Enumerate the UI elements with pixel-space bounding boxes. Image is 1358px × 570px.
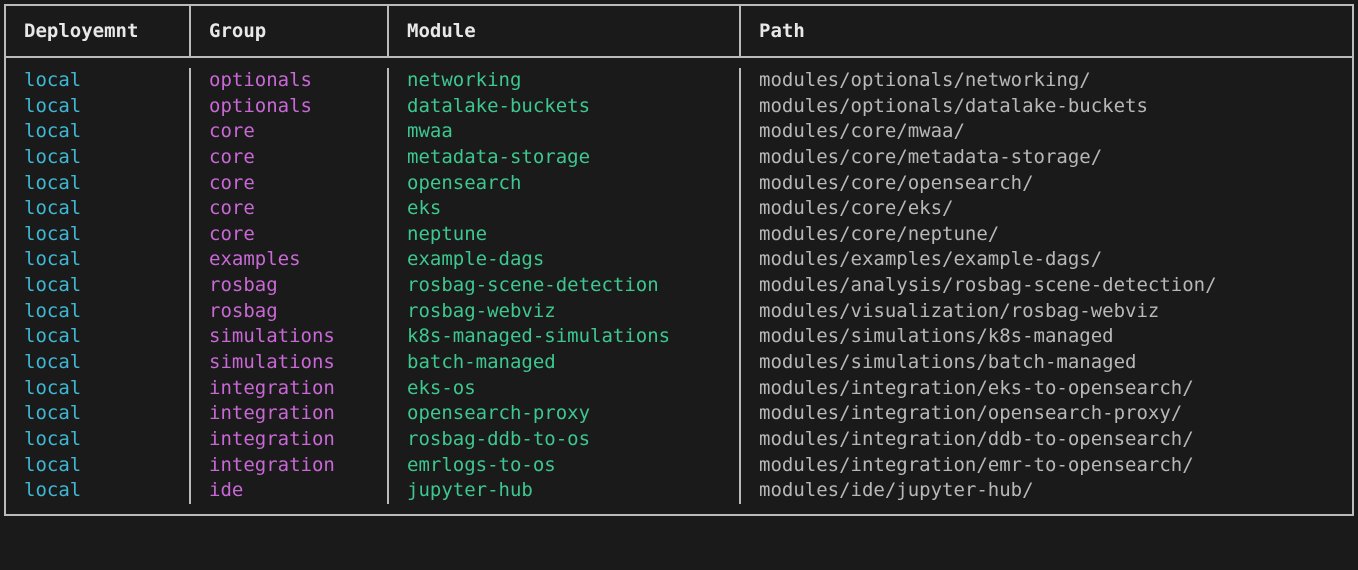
table-row: localintegrationeks-osmodules/integratio… [6, 376, 1352, 402]
cell-deployment: local [6, 299, 191, 325]
cell-group: examples [191, 247, 389, 273]
cell-path: modules/core/opensearch/ [741, 171, 1352, 197]
cell-path: modules/examples/example-dags/ [741, 247, 1352, 273]
cell-path: modules/integration/opensearch-proxy/ [741, 401, 1352, 427]
cell-path: modules/integration/emr-to-opensearch/ [741, 453, 1352, 479]
cell-module: neptune [389, 222, 741, 248]
table-row: localexamplesexample-dagsmodules/example… [6, 247, 1352, 273]
cell-deployment: local [6, 94, 191, 120]
cell-module: networking [389, 68, 741, 94]
cell-group: integration [191, 427, 389, 453]
header-module: Module [389, 6, 741, 56]
table-row: localcoreeksmodules/core/eks/ [6, 196, 1352, 222]
cell-group: ide [191, 478, 389, 504]
cell-path: modules/core/mwaa/ [741, 119, 1352, 145]
cell-deployment: local [6, 222, 191, 248]
cell-path: modules/integration/eks-to-opensearch/ [741, 376, 1352, 402]
table-row: localcoremwaamodules/core/mwaa/ [6, 119, 1352, 145]
cell-path: modules/analysis/rosbag-scene-detection/ [741, 273, 1352, 299]
modules-table: Deployemnt Group Module Path localoption… [4, 4, 1354, 516]
cell-deployment: local [6, 453, 191, 479]
header-deployment: Deployemnt [6, 6, 191, 56]
cell-module: k8s-managed-simulations [389, 324, 741, 350]
table-row: localcoreopensearchmodules/core/opensear… [6, 171, 1352, 197]
cell-deployment: local [6, 196, 191, 222]
cell-path: modules/integration/ddb-to-opensearch/ [741, 427, 1352, 453]
cell-group: rosbag [191, 273, 389, 299]
table-row: localrosbagrosbag-webvizmodules/visualiz… [6, 299, 1352, 325]
table-row: localcoremetadata-storagemodules/core/me… [6, 145, 1352, 171]
cell-path: modules/optionals/networking/ [741, 68, 1352, 94]
cell-module: rosbag-scene-detection [389, 273, 741, 299]
cell-group: simulations [191, 350, 389, 376]
cell-group: optionals [191, 68, 389, 94]
cell-deployment: local [6, 324, 191, 350]
cell-deployment: local [6, 145, 191, 171]
table-row: localidejupyter-hubmodules/ide/jupyter-h… [6, 478, 1352, 504]
table-row: localsimulationsbatch-managedmodules/sim… [6, 350, 1352, 376]
cell-group: core [191, 196, 389, 222]
cell-path: modules/core/eks/ [741, 196, 1352, 222]
cell-path: modules/simulations/batch-managed [741, 350, 1352, 376]
cell-group: integration [191, 376, 389, 402]
cell-module: eks-os [389, 376, 741, 402]
cell-deployment: local [6, 247, 191, 273]
table-row: localintegrationopensearch-proxymodules/… [6, 401, 1352, 427]
cell-deployment: local [6, 171, 191, 197]
table-body: localoptionalsnetworkingmodules/optional… [6, 58, 1352, 514]
cell-path: modules/visualization/rosbag-webviz [741, 299, 1352, 325]
cell-path: modules/ide/jupyter-hub/ [741, 478, 1352, 504]
table-row: localintegrationrosbag-ddb-to-osmodules/… [6, 427, 1352, 453]
cell-module: datalake-buckets [389, 94, 741, 120]
cell-group: rosbag [191, 299, 389, 325]
cell-deployment: local [6, 401, 191, 427]
cell-module: jupyter-hub [389, 478, 741, 504]
table-row: localoptionalsnetworkingmodules/optional… [6, 68, 1352, 94]
cell-deployment: local [6, 376, 191, 402]
cell-module: emrlogs-to-os [389, 453, 741, 479]
table-row: localoptionalsdatalake-bucketsmodules/op… [6, 94, 1352, 120]
header-path: Path [741, 6, 1352, 56]
cell-deployment: local [6, 427, 191, 453]
cell-module: metadata-storage [389, 145, 741, 171]
table-header-row: Deployemnt Group Module Path [6, 6, 1352, 58]
header-group: Group [191, 6, 389, 56]
cell-group: core [191, 145, 389, 171]
cell-module: eks [389, 196, 741, 222]
cell-group: core [191, 171, 389, 197]
cell-path: modules/core/neptune/ [741, 222, 1352, 248]
cell-deployment: local [6, 68, 191, 94]
cell-module: rosbag-webviz [389, 299, 741, 325]
cell-deployment: local [6, 119, 191, 145]
table-row: localrosbagrosbag-scene-detectionmodules… [6, 273, 1352, 299]
cell-module: mwaa [389, 119, 741, 145]
cell-module: example-dags [389, 247, 741, 273]
cell-module: opensearch-proxy [389, 401, 741, 427]
cell-path: modules/simulations/k8s-managed [741, 324, 1352, 350]
table-row: localsimulationsk8s-managed-simulationsm… [6, 324, 1352, 350]
table-row: localcoreneptunemodules/core/neptune/ [6, 222, 1352, 248]
cell-module: rosbag-ddb-to-os [389, 427, 741, 453]
cell-group: core [191, 222, 389, 248]
cell-deployment: local [6, 350, 191, 376]
cell-deployment: local [6, 273, 191, 299]
cell-group: optionals [191, 94, 389, 120]
cell-group: integration [191, 401, 389, 427]
cell-deployment: local [6, 478, 191, 504]
cell-group: core [191, 119, 389, 145]
cell-group: integration [191, 453, 389, 479]
cell-path: modules/optionals/datalake-buckets [741, 94, 1352, 120]
table-row: localintegrationemrlogs-to-osmodules/int… [6, 453, 1352, 479]
cell-group: simulations [191, 324, 389, 350]
cell-module: batch-managed [389, 350, 741, 376]
cell-path: modules/core/metadata-storage/ [741, 145, 1352, 171]
cell-module: opensearch [389, 171, 741, 197]
